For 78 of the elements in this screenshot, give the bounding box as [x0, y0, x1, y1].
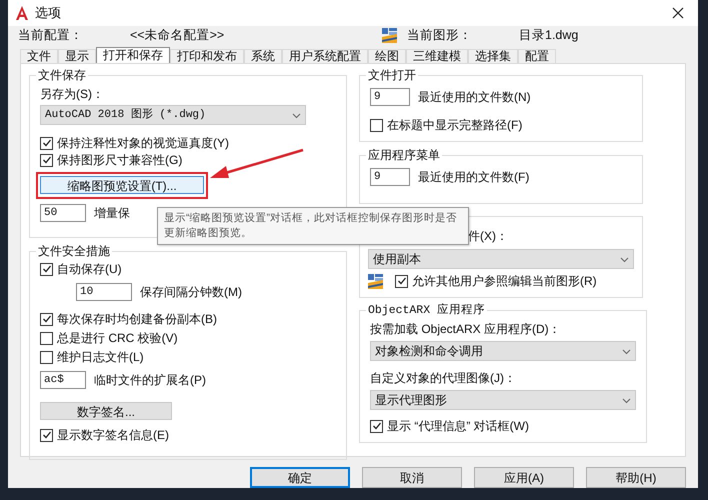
checkbox[interactable]	[40, 136, 53, 150]
check-icon	[372, 421, 382, 432]
tab[interactable]: 用户系统配置	[282, 49, 368, 63]
drawing-file-icon	[382, 28, 397, 44]
field-label: 最近使用的文件数(N)	[418, 89, 531, 106]
check-icon	[42, 314, 52, 324]
check-icon	[396, 276, 406, 286]
checkbox[interactable]	[40, 428, 53, 442]
dropdown-label: 件(X)：	[467, 228, 509, 245]
checkbox-label: 总是进行 CRC 校验(V)	[57, 330, 178, 347]
tab[interactable]: 选择集	[468, 49, 518, 63]
checkbox-label: 维护日志文件(L)	[57, 349, 144, 366]
tab[interactable]: 三维建模	[406, 49, 468, 63]
group-title: 文件保存	[37, 67, 87, 84]
tab[interactable]: 系统	[244, 49, 282, 63]
checkbox-label: 保持图形尺寸兼容性(G)	[57, 152, 182, 169]
checkbox[interactable]	[370, 420, 383, 433]
field-label: 临时文件的扩展名(P)	[94, 372, 206, 389]
check-icon	[42, 430, 52, 440]
tab[interactable]: 打开和保存	[96, 47, 170, 63]
checkbox-label: 自动保存(U)	[57, 261, 122, 278]
field-label: 增量保	[94, 205, 130, 222]
dropdown[interactable]: 使用副本	[368, 249, 634, 269]
dialog-button[interactable]: 帮助(H)	[586, 467, 686, 488]
input-field[interactable]: 10	[76, 283, 132, 301]
check-icon	[42, 264, 52, 274]
tooltip: 显示“缩略图预览设置”对话框，此对话框控制保存图形时是否更新缩略图预览。	[157, 207, 469, 245]
window-title: 选项	[35, 4, 61, 22]
dropdown[interactable]: 显示代理图形	[370, 390, 636, 410]
tab[interactable]: 绘图	[368, 49, 406, 63]
chevron-down-icon	[292, 112, 301, 118]
checkbox[interactable]	[40, 350, 53, 364]
chevron-down-icon	[622, 396, 631, 404]
dropdown[interactable]: 对象检测和命令调用	[370, 341, 636, 362]
tab[interactable]: 显示	[58, 49, 96, 63]
checkbox[interactable]	[370, 118, 383, 132]
group-title: ObjectARX 应用程序	[367, 302, 486, 319]
input-field[interactable]: 50	[40, 204, 86, 222]
profile-value: <<未命名配置>>	[130, 27, 226, 44]
chevron-down-icon	[620, 256, 629, 262]
dropdown-label: 按需加载 ObjectARX 应用程序(D)：	[370, 321, 562, 338]
field-label: 保存间隔分钟数(M)	[140, 284, 242, 301]
input-field[interactable]: 9	[370, 168, 410, 186]
app-logo-icon	[15, 5, 29, 22]
signature-button[interactable]: 数字签名...	[40, 402, 172, 420]
tab[interactable]: 打印和发布	[170, 49, 244, 63]
group-title: 文件安全措施	[37, 243, 111, 260]
checkbox-label: 在标题中显示完整路径(F)	[387, 117, 522, 134]
chevron-down-icon	[622, 348, 631, 355]
input-field[interactable]: 9	[370, 88, 410, 106]
field-label: 最近使用的文件数(F)	[418, 169, 530, 186]
checkbox[interactable]	[40, 154, 53, 166]
drawing-file-icon	[368, 274, 383, 288]
dropdown-label: 自定义对象的代理图像(J)：	[370, 370, 517, 388]
drawing-label: 当前图形：	[407, 27, 473, 44]
dialog-button[interactable]: 确定	[250, 467, 350, 488]
tab[interactable]: 配置	[518, 49, 556, 63]
checkbox[interactable]	[40, 262, 53, 276]
checkbox-label: 每次保存时均创建备份副本(B)	[57, 311, 217, 328]
dropdown-label: 另存为(S)：	[40, 86, 105, 103]
group-title: 应用程序菜单	[367, 147, 441, 164]
checkbox-label: 保持注释性对象的视觉逼真度(Y)	[57, 135, 229, 152]
checkbox-label: 显示数字签名信息(E)	[57, 427, 169, 444]
checkbox-label: 允许其他用户参照编辑当前图形(R)	[412, 273, 597, 290]
group-title: 文件打开	[367, 67, 417, 84]
checkbox[interactable]	[395, 274, 408, 288]
thumbnail-preview-button[interactable]: 缩略图预览设置(T)...	[40, 176, 204, 194]
close-icon	[672, 7, 684, 20]
dialog-button[interactable]: 应用(A)	[474, 467, 574, 488]
checkbox[interactable]	[40, 332, 53, 344]
checkbox[interactable]	[40, 312, 53, 326]
dialog-button[interactable]: 取消	[362, 467, 462, 488]
tab[interactable]: 文件	[20, 49, 58, 63]
drawing-value: 目录1.dwg	[519, 27, 578, 44]
dropdown[interactable]: AutoCAD 2018 图形 (*.dwg)	[40, 105, 306, 125]
input-field[interactable]: ac$	[40, 371, 86, 389]
checkbox-label: 显示 “代理信息” 对话框(W)	[387, 418, 529, 436]
profile-label: 当前配置：	[18, 27, 84, 44]
